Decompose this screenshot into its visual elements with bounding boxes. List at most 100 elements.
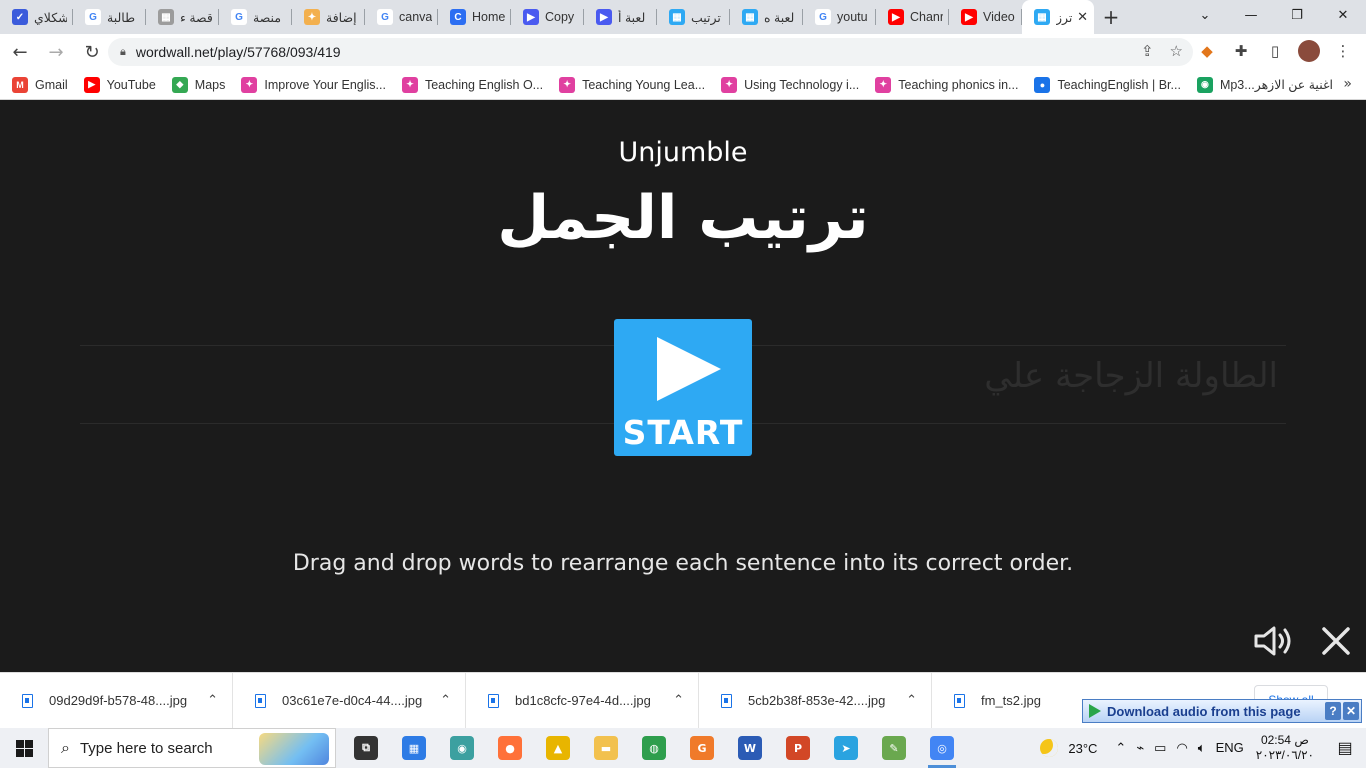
browser-tab[interactable]: G طالبة bbox=[73, 0, 146, 34]
bookmark-item[interactable]: ✦ Using Technology i... bbox=[721, 76, 859, 93]
bookmark-item[interactable]: M Gmail bbox=[12, 76, 68, 93]
back-button[interactable]: ← bbox=[4, 36, 36, 68]
minimize-button[interactable]: — bbox=[1228, 0, 1274, 30]
help-icon[interactable]: ? bbox=[1325, 702, 1341, 720]
store-icon: ▦ bbox=[402, 736, 426, 760]
browser-tab[interactable]: ▶ Chanr bbox=[876, 0, 949, 34]
taskbar-app-telegram[interactable]: ➤ bbox=[822, 728, 870, 768]
bookmark-item[interactable]: ✦ Improve Your Englis... bbox=[241, 76, 386, 93]
tray-overflow-icon[interactable]: ⌃ bbox=[1115, 740, 1126, 756]
taskbar-app-task-view[interactable]: ⧉ bbox=[342, 728, 390, 768]
bookmark-item[interactable]: ✦ Teaching phonics in... bbox=[875, 76, 1018, 93]
reload-button[interactable]: ↻ bbox=[76, 36, 108, 68]
taskbar-app-chrome[interactable]: ◎ bbox=[918, 728, 966, 768]
tab-label: Copy bbox=[545, 10, 575, 24]
download-item[interactable]: 09d29d9f-b578-48....jpg ⌃ bbox=[0, 672, 233, 729]
browser-tab[interactable]: ▶ لعبة أ bbox=[584, 0, 657, 34]
address-bar[interactable]: 🔒︎ wordwall.net/play/57768/093/419 ⇪ ☆ bbox=[108, 38, 1193, 66]
forward-button[interactable]: → bbox=[40, 36, 72, 68]
taskbar-app-app-triangle[interactable]: ▲ bbox=[534, 728, 582, 768]
bookmark-item[interactable]: ● TeachingEnglish | Br... bbox=[1034, 76, 1181, 93]
browser-tab[interactable]: ▶ Video bbox=[949, 0, 1022, 34]
taskbar-app-store[interactable]: ▦ bbox=[390, 728, 438, 768]
browser-tab[interactable]: ▦ ترتيب bbox=[657, 0, 730, 34]
volume-icon[interactable]: 🔈︎ bbox=[1198, 740, 1206, 756]
tab-active[interactable]: ▦ ترز ✕ bbox=[1022, 0, 1094, 34]
chevron-up-icon[interactable]: ⌃ bbox=[673, 692, 684, 708]
battery-icon[interactable]: ▭ bbox=[1154, 740, 1166, 756]
browser-tab[interactable]: C Home bbox=[438, 0, 511, 34]
lock-icon[interactable]: 🔒︎ bbox=[120, 45, 126, 59]
taskbar-app-app-globe[interactable]: ◍ bbox=[630, 728, 678, 768]
extensions-puzzle-icon[interactable]: ✚ bbox=[1230, 40, 1252, 62]
word-icon: W bbox=[738, 736, 762, 760]
wifi-icon[interactable]: ◠ bbox=[1176, 740, 1187, 756]
windows-start-button[interactable] bbox=[0, 728, 48, 768]
bookmark-label: Improve Your Englis... bbox=[264, 77, 386, 92]
close-banner-icon[interactable]: ✕ bbox=[1343, 702, 1359, 720]
browser-tab[interactable]: ✓ شكلاي bbox=[0, 0, 73, 34]
start-label: START bbox=[622, 413, 744, 452]
browser-tab[interactable]: ▶ Copy bbox=[511, 0, 584, 34]
image-file-icon bbox=[721, 693, 732, 708]
bookmarks-overflow-icon[interactable]: » bbox=[1343, 76, 1352, 92]
taskbar-search-box[interactable]: ⌕ Type here to search bbox=[48, 728, 336, 768]
side-panel-icon[interactable]: ▯ bbox=[1264, 40, 1286, 62]
bookmark-item[interactable]: ◉ Mp3...اغنية عن الازهر bbox=[1196, 76, 1333, 93]
download-item[interactable]: 03c61e7e-d0c4-44....jpg ⌃ bbox=[233, 672, 466, 729]
browser-tab[interactable]: ▦ قصة ء bbox=[146, 0, 219, 34]
bookmark-favicon-icon: ✦ bbox=[721, 76, 738, 93]
maximize-button[interactable]: ❐ bbox=[1274, 0, 1320, 30]
download-audio-banner[interactable]: Download audio from this page ? ✕ bbox=[1082, 699, 1362, 723]
close-window-button[interactable]: ✕ bbox=[1320, 0, 1366, 30]
share-icon[interactable]: ⇪ bbox=[1141, 42, 1154, 60]
url-text[interactable]: wordwall.net/play/57768/093/419 bbox=[136, 44, 341, 60]
taskbar-app-pdf-app[interactable]: G bbox=[678, 728, 726, 768]
bookmark-item[interactable]: ✦ Teaching Young Lea... bbox=[559, 76, 706, 93]
bookmark-favicon-icon: ✦ bbox=[241, 76, 258, 93]
tab-search-button[interactable]: ⌄ bbox=[1182, 0, 1228, 30]
bookmark-item[interactable]: ▶ YouTube bbox=[83, 76, 156, 93]
close-tab-icon[interactable]: ✕ bbox=[1077, 9, 1088, 25]
weather-widget[interactable]: 23°C bbox=[1040, 739, 1097, 757]
taskbar-app-paint[interactable]: ✎ bbox=[870, 728, 918, 768]
chevron-up-icon[interactable]: ⌃ bbox=[906, 692, 917, 708]
close-game-icon[interactable] bbox=[1320, 625, 1352, 657]
browser-tab[interactable]: G منصة bbox=[219, 0, 292, 34]
download-filename: fm_ts2.jpg bbox=[981, 693, 1041, 708]
tab-favicon-icon: ✓ bbox=[12, 9, 28, 25]
chevron-up-icon[interactable]: ⌃ bbox=[440, 692, 451, 708]
bookmark-item[interactable]: ◆ Maps bbox=[171, 76, 226, 93]
bookmark-label: Maps bbox=[194, 77, 226, 92]
profile-avatar[interactable] bbox=[1298, 40, 1320, 62]
file-explorer-icon: ▬ bbox=[594, 736, 618, 760]
notifications-icon[interactable]: ▤ bbox=[1330, 738, 1360, 758]
browser-tab[interactable]: ▦ لعبة ه bbox=[730, 0, 803, 34]
bookmark-label: YouTube bbox=[106, 77, 156, 92]
download-item[interactable]: bd1c8cfc-97e4-4d....jpg ⌃ bbox=[466, 672, 699, 729]
bookmark-item[interactable]: ✦ Teaching English O... bbox=[401, 76, 543, 93]
browser-tab[interactable]: ✦ إضافة bbox=[292, 0, 365, 34]
taskbar-app-app-circle[interactable]: ◉ bbox=[438, 728, 486, 768]
taskbar-app-file-explorer[interactable]: ▬ bbox=[582, 728, 630, 768]
language-indicator[interactable]: ENG bbox=[1216, 740, 1244, 756]
browser-tab[interactable]: Gyoutu bbox=[803, 0, 876, 34]
taskbar-app-word[interactable]: W bbox=[726, 728, 774, 768]
clock[interactable]: 02:54 ص ٢٠٢٣/٠٦/٢٠ bbox=[1256, 733, 1314, 763]
taskbar-app-powerpoint[interactable]: P bbox=[774, 728, 822, 768]
chevron-up-icon[interactable]: ⌃ bbox=[207, 692, 218, 708]
taskbar-app-firefox[interactable]: ● bbox=[486, 728, 534, 768]
browser-menu-icon[interactable]: ⋮ bbox=[1332, 40, 1354, 62]
download-item[interactable]: 5cb2b38f-853e-42....jpg ⌃ bbox=[699, 672, 932, 729]
app-globe-icon: ◍ bbox=[642, 736, 666, 760]
bookmark-star-icon[interactable]: ☆ bbox=[1170, 42, 1183, 60]
sound-toggle-icon[interactable] bbox=[1254, 625, 1294, 657]
start-button[interactable]: START bbox=[614, 319, 752, 456]
tab-label: Chanr bbox=[910, 10, 943, 24]
metamask-extension-icon[interactable]: ◆ bbox=[1196, 40, 1218, 62]
browser-tab[interactable]: Gcanva bbox=[365, 0, 438, 34]
new-tab-button[interactable]: + bbox=[1094, 0, 1128, 34]
play-icon bbox=[1089, 704, 1101, 718]
bookmark-label: Teaching Young Lea... bbox=[582, 77, 706, 92]
usb-icon[interactable]: ⌁ bbox=[1136, 740, 1144, 756]
